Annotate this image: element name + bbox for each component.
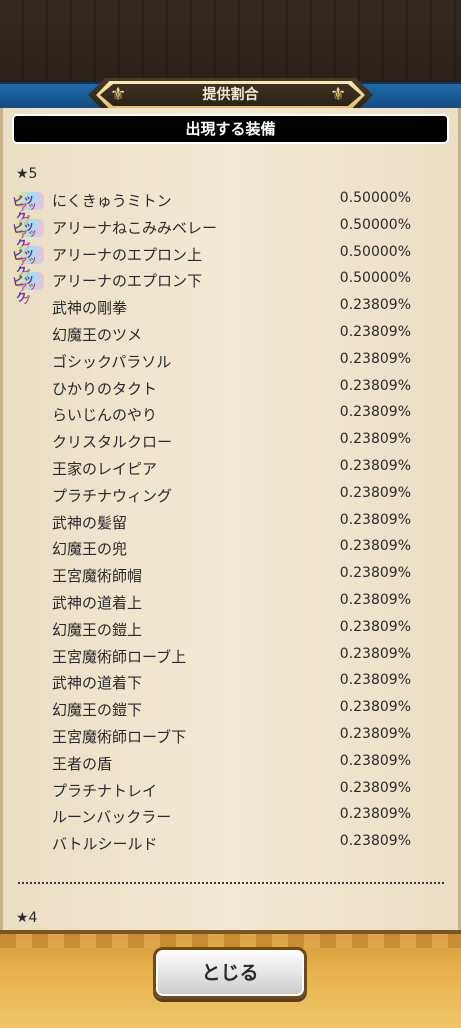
item-name: 武神の道着上 <box>52 594 143 612</box>
item-name: プラチナトレイ <box>52 781 158 800</box>
top-background <box>0 0 461 90</box>
item-rate: 0.50000% <box>339 243 411 260</box>
list-item: ピック アップ アリーナのエプロン上 0.50000% <box>0 242 461 281</box>
pickup-badge-icon: ピック アップ <box>11 218 44 254</box>
item-name: 王宮魔術師ローブ下 <box>52 728 187 746</box>
item-rate: 0.23809% <box>339 538 411 555</box>
item-name: アリーナねこみみベレー <box>52 218 218 237</box>
item-rate: 0.23809% <box>339 592 411 608</box>
item-rate: 0.23809% <box>339 484 411 501</box>
list-item: 幻魔王の兜 0.23809% <box>0 536 461 563</box>
item-name: 武神の髪留 <box>52 513 128 532</box>
item-name: 幻魔王のツメ <box>52 326 143 344</box>
item-name: アリーナのエプロン下 <box>52 272 203 291</box>
item-name: 王者の盾 <box>52 754 113 773</box>
item-rate: 0.50000% <box>339 270 411 287</box>
item-name: 幻魔王の鎧上 <box>52 620 143 639</box>
item-rate: 0.23809% <box>339 779 411 796</box>
item-rate: 0.23809% <box>339 672 411 689</box>
item-rate: 0.23809% <box>339 699 411 716</box>
item-rate: 0.23809% <box>339 324 411 340</box>
item-rate: 0.23809% <box>339 404 411 421</box>
pickup-badge-icon: ピック アップ <box>11 245 44 281</box>
rate-list[interactable]: ★5 ピック アップ にくきゅうミトン 0.50000% ピック アップ アリーナねこみみベ… <box>0 160 461 930</box>
list-item: ピック アップ アリーナのエプロン下 0.50000% <box>0 268 461 308</box>
page-title: 提供割合 <box>202 87 259 103</box>
item-name: 武神の剛拳 <box>52 299 128 318</box>
section-header: 出現する装備 <box>12 114 449 144</box>
item-rate: 0.23809% <box>339 511 411 528</box>
list-item: 幻魔王のツメ 0.23809% <box>0 322 461 349</box>
item-rate: 0.23809% <box>339 350 411 367</box>
item-name: クリスタルクロー <box>52 433 173 452</box>
list-item: 王家のレイピア 0.23809% <box>0 456 461 483</box>
list-item: ルーンバックラー 0.23809% <box>0 804 461 831</box>
item-rate: 0.23809% <box>339 377 411 394</box>
list-item: ピック アップ アリーナねこみみベレー 0.50000% <box>0 215 461 254</box>
item-rate: 0.50000% <box>339 190 411 206</box>
list-item: ゴシックパラソル 0.23809% <box>0 349 461 376</box>
item-name: 幻魔王の鎧下 <box>52 701 143 720</box>
item-name: にくきゅうミトン <box>52 192 172 210</box>
item-name: 王宮魔術師ローブ上 <box>52 647 187 666</box>
item-rate: 0.23809% <box>339 752 411 769</box>
item-name: 幻魔王の兜 <box>52 540 128 559</box>
list-item: らいじんのやり 0.23809% <box>0 402 461 429</box>
item-name: らいじんのやり <box>52 406 158 425</box>
list-item: プラチナトレイ 0.23809% <box>0 778 461 805</box>
list-item: プラチナウィング 0.23809% <box>0 483 461 510</box>
item-rate: 0.23809% <box>339 833 411 850</box>
list-item: 武神の剛拳 0.23809% <box>0 295 461 322</box>
list-item: 王宮魔術師ローブ上 0.23809% <box>0 644 461 671</box>
list-item: 武神の髪留 0.23809% <box>0 510 461 537</box>
item-name: ひかりのタクト <box>52 379 158 398</box>
item-rate: 0.23809% <box>339 565 411 582</box>
list-item: 王宮魔術師帽 0.23809% <box>0 563 461 590</box>
list-item: 王宮魔術師ローブ下 0.23809% <box>0 724 461 751</box>
item-name: 王家のレイピア <box>52 460 158 478</box>
list-item: 武神の道着下 0.23809% <box>0 670 461 697</box>
item-name: バトルシールド <box>52 835 158 854</box>
item-rate: 0.23809% <box>339 297 411 314</box>
list-item: 幻魔王の鎧上 0.23809% <box>0 617 461 644</box>
list-item: ひかりのタクト 0.23809% <box>0 376 461 403</box>
item-name: 武神の道着下 <box>52 674 143 693</box>
item-rate: 0.50000% <box>339 216 411 233</box>
item-name: 王宮魔術師帽 <box>52 567 143 586</box>
item-rate: 0.23809% <box>339 458 411 474</box>
pickup-badge-icon: ピック アップ <box>11 271 44 308</box>
item-rate: 0.23809% <box>339 431 411 448</box>
item-rate: 0.23809% <box>339 806 411 823</box>
list-item: 幻魔王の鎧下 0.23809% <box>0 697 461 724</box>
item-name: ルーンバックラー <box>52 808 172 827</box>
rarity-label-4star: ★4 <box>16 910 38 926</box>
rarity-label-5star: ★5 <box>16 166 38 182</box>
list-item: ピック アップ にくきゅうミトン 0.50000% <box>0 188 461 227</box>
pickup-badge-icon: ピック アップ <box>11 191 44 227</box>
item-name: ゴシックパラソル <box>52 352 172 371</box>
divider <box>18 882 444 884</box>
list-item: 武神の道着上 0.23809% <box>0 590 461 617</box>
item-rate: 0.23809% <box>339 645 411 662</box>
close-button[interactable]: とじる <box>153 947 307 999</box>
footer-ornament <box>0 934 461 948</box>
list-item: 王者の盾 0.23809% <box>0 751 461 778</box>
list-item: クリスタルクロー 0.23809% <box>0 429 461 456</box>
item-name: プラチナウィング <box>52 486 173 505</box>
list-item: バトルシールド 0.23809% <box>0 831 461 858</box>
item-name: アリーナのエプロン上 <box>52 245 203 264</box>
item-rate: 0.23809% <box>339 726 411 742</box>
item-rate: 0.23809% <box>339 618 411 635</box>
